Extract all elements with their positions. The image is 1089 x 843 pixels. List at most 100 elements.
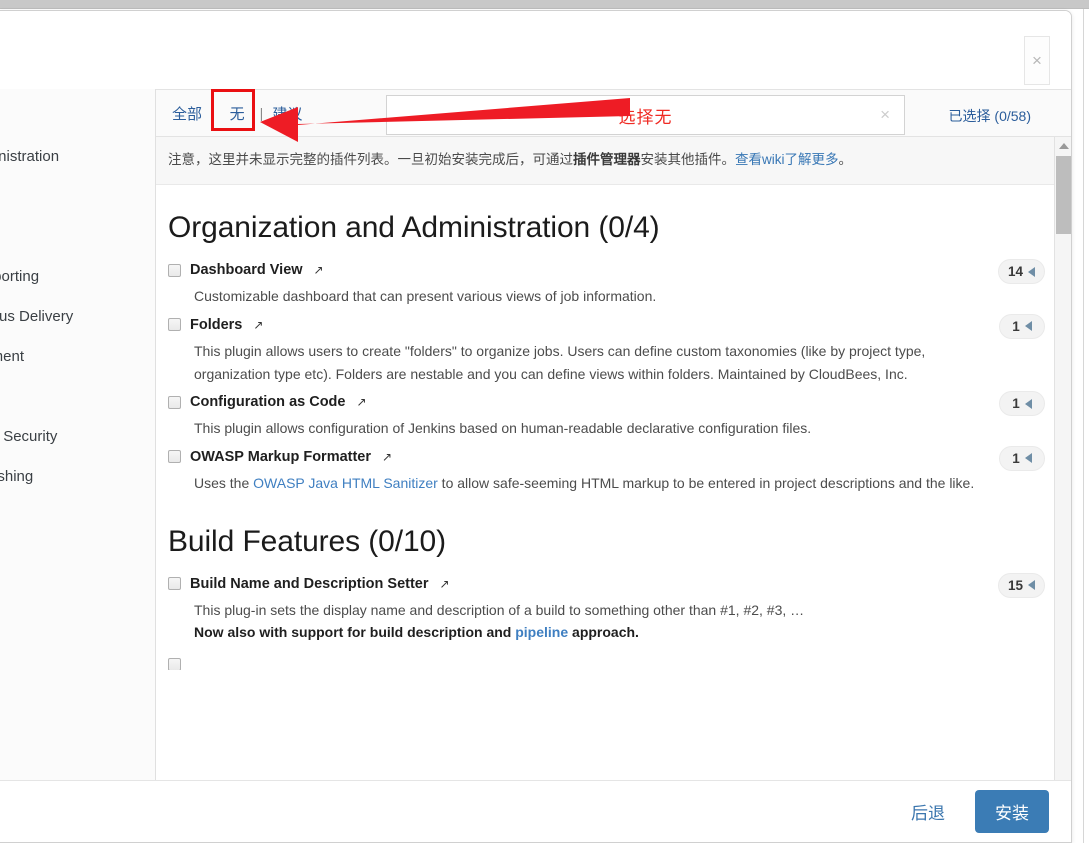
plugin-checkbox[interactable]	[168, 450, 181, 464]
description-bold: Now also with support for build descript…	[194, 624, 516, 641]
plugin-header: Configuration as Code ↗	[168, 394, 1071, 410]
dependency-count-badge[interactable]: 1	[999, 313, 1045, 339]
dependency-count-badge[interactable]: 1	[999, 445, 1045, 471]
dependency-count-badge[interactable]: 15	[997, 572, 1045, 598]
plugin-scroll-region[interactable]: Organization and Administration (0/4) Das…	[156, 185, 1071, 796]
description-bold: approach.	[568, 624, 639, 641]
scrollbar-thumb[interactable]	[1056, 156, 1071, 234]
tab-all[interactable]: 全部	[169, 102, 205, 125]
plugin-row: OWASP Markup Formatter ↗ Uses the OWASP Ja…	[168, 444, 1071, 499]
plugin-name[interactable]: Build Name and Description Setter	[190, 576, 429, 592]
plugin-list-pane: 注意，这里并未显示完整的插件列表。一旦初始安装完成后，可通过插件管理器安装其他插…	[156, 137, 1071, 796]
caret-left-icon	[1024, 321, 1032, 332]
description-link[interactable]: pipeline	[515, 624, 568, 640]
plugin-checkbox[interactable]	[168, 263, 181, 277]
external-link-icon[interactable]: ↗	[253, 318, 263, 332]
search-container: 选择无 ×	[386, 95, 905, 135]
scroll-up-arrow	[1058, 142, 1069, 149]
external-link-icon[interactable]: ↗	[314, 263, 324, 277]
scroll-up-icon[interactable]	[1055, 137, 1071, 154]
browser-chrome-strip	[0, 0, 1089, 9]
plugin-row: Configuration as Code ↗ This plugin allows…	[168, 389, 1071, 444]
description-text: This plugin allows users to create "fold…	[194, 342, 926, 382]
external-link-icon[interactable]: ↗	[356, 395, 366, 409]
selected-count-value: (0/58)	[994, 108, 1031, 124]
sidebar-item-8[interactable]: ublishing	[0, 457, 155, 497]
plugin-header: OWASP Markup Formatter ↗	[168, 449, 1071, 465]
plugin-setup-dialog: × 全部 | 无 | 建议 选择无 × 已选择 (0/58) nistratio…	[0, 10, 1072, 843]
section-title: Organization and Administration (0/4)	[168, 211, 660, 245]
sidebar-item-7[interactable]: and Security	[0, 417, 155, 457]
plugin-name[interactable]: Folders	[190, 317, 242, 333]
tab-none[interactable]: 无	[227, 105, 248, 124]
caret-left-icon	[1024, 398, 1032, 409]
close-icon[interactable]: ×	[1024, 36, 1050, 85]
section-title: Build Features (0/10)	[168, 524, 447, 558]
page-root: × 全部 | 无 | 建议 选择无 × 已选择 (0/58) nistratio…	[0, 0, 1089, 843]
plugin-name[interactable]: Dashboard View	[190, 262, 303, 278]
search-box[interactable]: 选择无 ×	[386, 95, 905, 135]
caret-left-icon	[1028, 266, 1035, 277]
notice-text-before: 注意，这里并未显示完整的插件列表。一旦初始安装完成后，可通过	[168, 152, 573, 167]
filter-tabs: 全部 | 无 | 建议	[156, 88, 305, 137]
plugin-row: Build Name and Description Setter ↗ This p…	[168, 571, 1071, 648]
plugin-row: Folders ↗ This plugin allows users to crea…	[168, 312, 1071, 389]
plugin-list-scrollbar[interactable]	[1054, 137, 1071, 796]
search-placeholder: 选择无	[618, 107, 673, 127]
dependency-count-value: 14	[1007, 264, 1023, 280]
notice-wiki-link[interactable]: 查看wiki了解更多	[735, 152, 839, 167]
description-link[interactable]: OWASP Java HTML Sanitizer	[253, 475, 438, 491]
sidebar-header-cell	[0, 89, 156, 137]
dialog-body: dministration Reportingnuous Deliverygeme…	[0, 137, 1071, 796]
notice-text-middle: 安装其他插件。	[640, 152, 736, 167]
tab-none-highlight: 无	[210, 88, 255, 131]
dependency-count-value: 1	[1012, 450, 1020, 466]
description-text: to allow safe-seeming HTML markup to be …	[437, 474, 975, 491]
plugin-description: This plugin allows configuration of Jenk…	[194, 417, 989, 440]
plugin-name[interactable]: OWASP Markup Formatter	[190, 449, 371, 465]
description-text: Uses the	[194, 474, 254, 491]
description-text: This plug-in sets the display name and d…	[194, 601, 805, 618]
description-bold-link: pipeline	[515, 624, 568, 640]
tab-suggested[interactable]: 建议	[269, 102, 305, 125]
truncated-plugin-row	[168, 657, 1071, 670]
plugin-row: Dashboard View ↗ Customizable dashboard th…	[168, 257, 1071, 312]
dependency-count-value: 1	[1012, 318, 1020, 334]
close-glyph: ×	[1032, 51, 1042, 70]
page-scrollbar[interactable]	[1083, 9, 1089, 843]
back-button[interactable]: 后退	[903, 793, 953, 830]
category-sidebar: dministration Reportingnuous Deliverygeme…	[0, 137, 156, 796]
sidebar-item-4[interactable]: nuous Delivery	[0, 297, 155, 337]
dependency-count-value: 15	[1007, 577, 1023, 593]
notice-text-after: 。	[838, 152, 853, 167]
plugin-checkbox[interactable]	[168, 395, 181, 409]
description-text: This plugin allows configuration of Jenk…	[194, 420, 812, 437]
sidebar-item-5[interactable]: gement	[0, 337, 155, 377]
plugin-checkbox[interactable]	[168, 657, 181, 670]
dependency-count-badge[interactable]: 1	[999, 391, 1045, 417]
plugin-name[interactable]: Configuration as Code	[190, 394, 345, 410]
dialog-footer: 后退 安装	[0, 780, 1071, 842]
selected-label: 已选择	[948, 108, 991, 124]
dependency-count-value: 1	[1012, 396, 1020, 412]
plugin-description: This plugin allows users to create "fold…	[194, 340, 989, 385]
notice-bar: 注意，这里并未显示完整的插件列表。一旦初始安装完成后，可通过插件管理器安装其他插…	[156, 137, 1071, 186]
caret-left-icon	[1028, 580, 1035, 591]
plugin-description: Customizable dashboard that can present …	[194, 285, 989, 308]
notice-bold: 插件管理器	[573, 152, 641, 167]
dialog-header: ×	[0, 11, 1071, 89]
clear-search-icon[interactable]: ×	[880, 105, 890, 125]
tab-separator-1: |	[211, 105, 215, 121]
dependency-count-badge[interactable]: 14	[997, 259, 1045, 285]
plugin-checkbox[interactable]	[168, 577, 181, 591]
sidebar-item-0[interactable]: dministration	[0, 137, 155, 177]
caret-left-icon	[1024, 453, 1032, 464]
install-button[interactable]: 安装	[975, 790, 1049, 833]
plugin-checkbox[interactable]	[168, 318, 181, 332]
sidebar-item-3[interactable]: Reporting	[0, 257, 155, 297]
external-link-icon[interactable]: ↗	[440, 577, 450, 591]
external-link-icon[interactable]: ↗	[382, 450, 392, 464]
